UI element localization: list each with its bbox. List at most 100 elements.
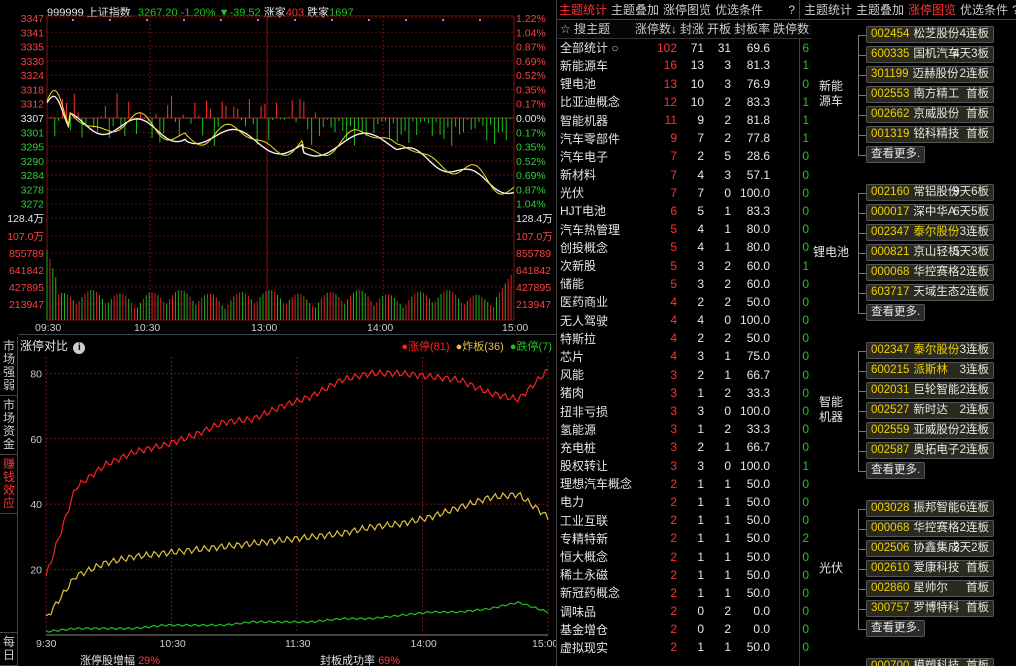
table-row[interactable]: 风能 3 2 1 66.7 0: [557, 366, 812, 384]
table-row[interactable]: 工业互联 2 1 1 50.0 0: [557, 511, 812, 529]
sealed-count: 4: [697, 313, 705, 328]
group-name[interactable]: 新能 源车: [806, 79, 856, 109]
table-row[interactable]: 充电桩 3 2 1 66.7 0: [557, 438, 812, 456]
seal-rate: 50.0: [746, 513, 771, 528]
seal-rate: 0.0: [753, 622, 771, 637]
table-row[interactable]: 医药商业 4 2 2 50.0 0: [557, 293, 812, 311]
side-tab-market-funds[interactable]: 市场资金: [0, 396, 18, 455]
limit-up-stock[interactable]: 002559 亚威股份 2连板: [866, 422, 994, 439]
table-row[interactable]: 锂电池 13 10 3 76.9 0: [557, 75, 812, 93]
table-row[interactable]: 次新股 5 3 2 60.0 1: [557, 256, 812, 274]
group-name[interactable]: 光伏: [806, 561, 856, 576]
limit-up-stock[interactable]: 603717 天域生态 2连板: [866, 284, 994, 301]
table-row[interactable]: 稀土永磁 2 1 1 50.0 0: [557, 566, 812, 584]
group-name[interactable]: 智能 机器: [806, 395, 856, 425]
limit-up-stock[interactable]: 300757 罗博特科 首板: [866, 600, 994, 617]
table-row[interactable]: 比亚迪概念 12 10 2 83.3 1: [557, 93, 812, 111]
limit-up-stock[interactable]: 002506 协鑫集成 3天2板: [866, 540, 994, 557]
tab-theme-stats[interactable]: 主题统计: [559, 1, 607, 18]
table-row[interactable]: 恒大概念 2 1 1 50.0 0: [557, 547, 812, 565]
table-row[interactable]: 专精特新 2 1 1 50.0 2: [557, 529, 812, 547]
tab-preferred-conditions[interactable]: 优选条件: [715, 1, 763, 18]
table-row[interactable]: 猪肉 3 1 2 33.3 0: [557, 384, 812, 402]
item-connector: [858, 75, 866, 76]
table-row[interactable]: 汽车电子 7 2 5 28.6 0: [557, 147, 812, 165]
col-theme-search[interactable]: ☆ 搜主题: [557, 20, 636, 39]
table-row[interactable]: 创投概念 5 4 1 80.0 0: [557, 238, 812, 256]
table-row[interactable]: 新材料 7 4 3 57.1 0: [557, 166, 812, 184]
limit-up-stock[interactable]: 002031 巨轮智能 2连板: [866, 382, 994, 399]
side-tab-daily[interactable]: 每日: [0, 632, 18, 666]
intraday-chart[interactable]: 3347 1.22% 3341 1.04% 3335 0.87% 3330 0.69% 3324…: [0, 0, 556, 334]
table-row[interactable]: 股权转让 3 3 0 100.0 1: [557, 457, 812, 475]
limit-up-stock[interactable]: 600215 派斯林 3连板: [866, 362, 994, 379]
opened-count: 2: [724, 94, 732, 109]
table-row[interactable]: 智能机器 11 9 2 81.8 1: [557, 111, 812, 129]
limit-up-stock[interactable]: 000068 华控赛格 2连板: [866, 520, 994, 537]
group-name[interactable]: 锂电池: [806, 245, 856, 260]
table-row[interactable]: 特斯拉 4 2 2 50.0 0: [557, 329, 812, 347]
limit-up-stock[interactable]: 301199 迈赫股份 2连板: [866, 66, 994, 83]
table-row[interactable]: 芯片 4 3 1 75.0 0: [557, 347, 812, 365]
limit-up-stock[interactable]: 002160 常铝股份 9天6板: [866, 184, 994, 201]
view-more-button[interactable]: 查看更多.: [866, 620, 926, 637]
table-row[interactable]: HJT电池 6 5 1 83.3 0: [557, 202, 812, 220]
stock-code: 002610: [871, 562, 910, 574]
rp-tab-preferred-conditions[interactable]: 优选条件: [960, 1, 1008, 18]
col-seal-rate[interactable]: 封板率: [734, 20, 774, 39]
limit-up-stock[interactable]: 002860 星帅尔 首板: [866, 580, 994, 597]
item-connector: [858, 193, 866, 194]
volume-tick-label: 855789: [9, 248, 44, 260]
table-row[interactable]: 电力 2 1 1 50.0 0: [557, 493, 812, 511]
price-tick-label: 3312: [21, 99, 45, 111]
limit-up-stock[interactable]: 001319 铭科精技 首板: [866, 126, 994, 143]
view-more-button[interactable]: 查看更多.: [866, 304, 926, 321]
table-row[interactable]: 光伏 7 7 0 100.0 0: [557, 184, 812, 202]
rp-tab-theme-overlay[interactable]: 主题叠加: [856, 1, 904, 18]
table-row[interactable]: 基金增仓 2 0 2 0.0 0: [557, 620, 812, 638]
side-tab-market-strength[interactable]: 市场强弱: [0, 337, 18, 396]
rp-help-icon[interactable]: ?: [1012, 3, 1016, 17]
table-row[interactable]: 调味品 2 0 2 0.0 0: [557, 602, 812, 620]
table-row[interactable]: 新冠药概念 2 1 1 50.0 0: [557, 584, 812, 602]
seal-rate: 83.3: [746, 203, 771, 218]
limit-up-compare-chart[interactable]: 20 40 60 80 9:30 10:30 11:30 14:00 15:00: [18, 335, 556, 666]
limit-up-stock[interactable]: 002454 松芝股份 4连板: [866, 26, 994, 43]
limit-up-stock[interactable]: 002347 泰尔股份 3连板: [866, 342, 994, 359]
limit-up-stock[interactable]: 000821 京山轻机 5天3板: [866, 244, 994, 261]
limit-up-stock[interactable]: 002527 新时达 2连板: [866, 402, 994, 419]
view-more-button[interactable]: 查看更多.: [866, 462, 926, 479]
limit-up-stock[interactable]: 000068 华控赛格 2连板: [866, 264, 994, 281]
limit-up-stock[interactable]: 002610 爱康科技 首板: [866, 560, 994, 577]
table-row[interactable]: 全部统计 ○ 102 71 31 69.6 6: [557, 38, 812, 56]
table-row[interactable]: 无人驾驶 4 4 0 100.0 0: [557, 311, 812, 329]
side-tab-profit-effect[interactable]: 赚钱效应: [0, 455, 18, 514]
table-row[interactable]: 汽车零部件 9 7 2 77.8 1: [557, 129, 812, 147]
help-icon[interactable]: ?: [788, 3, 795, 17]
table-row[interactable]: 新能源车 16 13 3 81.3 1: [557, 56, 812, 74]
theme-name: 新材料: [560, 168, 597, 183]
limit-up-stock[interactable]: 002587 奥拓电子 2连板: [866, 442, 994, 459]
opened-count: 1: [724, 567, 732, 582]
col-opened[interactable]: 开板: [707, 20, 735, 39]
limit-up-stock[interactable]: 000017 深中华A 6天5板: [866, 204, 994, 221]
table-row[interactable]: 理想汽车概念 2 1 1 50.0 0: [557, 475, 812, 493]
rp-tab-limit-up-view[interactable]: 涨停图览: [908, 1, 956, 18]
limit-up-stock[interactable]: 003028 振邦智能 6连板: [866, 500, 994, 517]
limit-up-stock[interactable]: 000700 模塑科技 首板: [866, 658, 994, 666]
table-row[interactable]: 储能 5 3 2 60.0 0: [557, 275, 812, 293]
tab-theme-overlay[interactable]: 主题叠加: [611, 1, 659, 18]
col-sealed[interactable]: 封涨: [680, 20, 708, 39]
limit-up-stock[interactable]: 002662 京威股份 首板: [866, 106, 994, 123]
rp-tab-theme-stats[interactable]: 主题统计: [804, 1, 852, 18]
table-row[interactable]: 氢能源 3 1 2 33.3 0: [557, 420, 812, 438]
limit-up-stock[interactable]: 600335 国机汽车 4天3板: [866, 46, 994, 63]
table-row[interactable]: 虚拟现实 2 1 1 50.0 0: [557, 638, 812, 656]
view-more-button[interactable]: 查看更多.: [866, 146, 926, 163]
limit-up-stock[interactable]: 002347 泰尔股份 3连板: [866, 224, 994, 241]
table-row[interactable]: 扭非亏损 3 3 0 100.0 0: [557, 402, 812, 420]
col-limit-up-count[interactable]: 涨停数↓: [635, 20, 681, 39]
limit-up-stock[interactable]: 002553 南方精工 首板: [866, 86, 994, 103]
tab-limit-up-view[interactable]: 涨停图览: [663, 1, 711, 18]
table-row[interactable]: 汽车热管理 5 4 1 80.0 0: [557, 220, 812, 238]
